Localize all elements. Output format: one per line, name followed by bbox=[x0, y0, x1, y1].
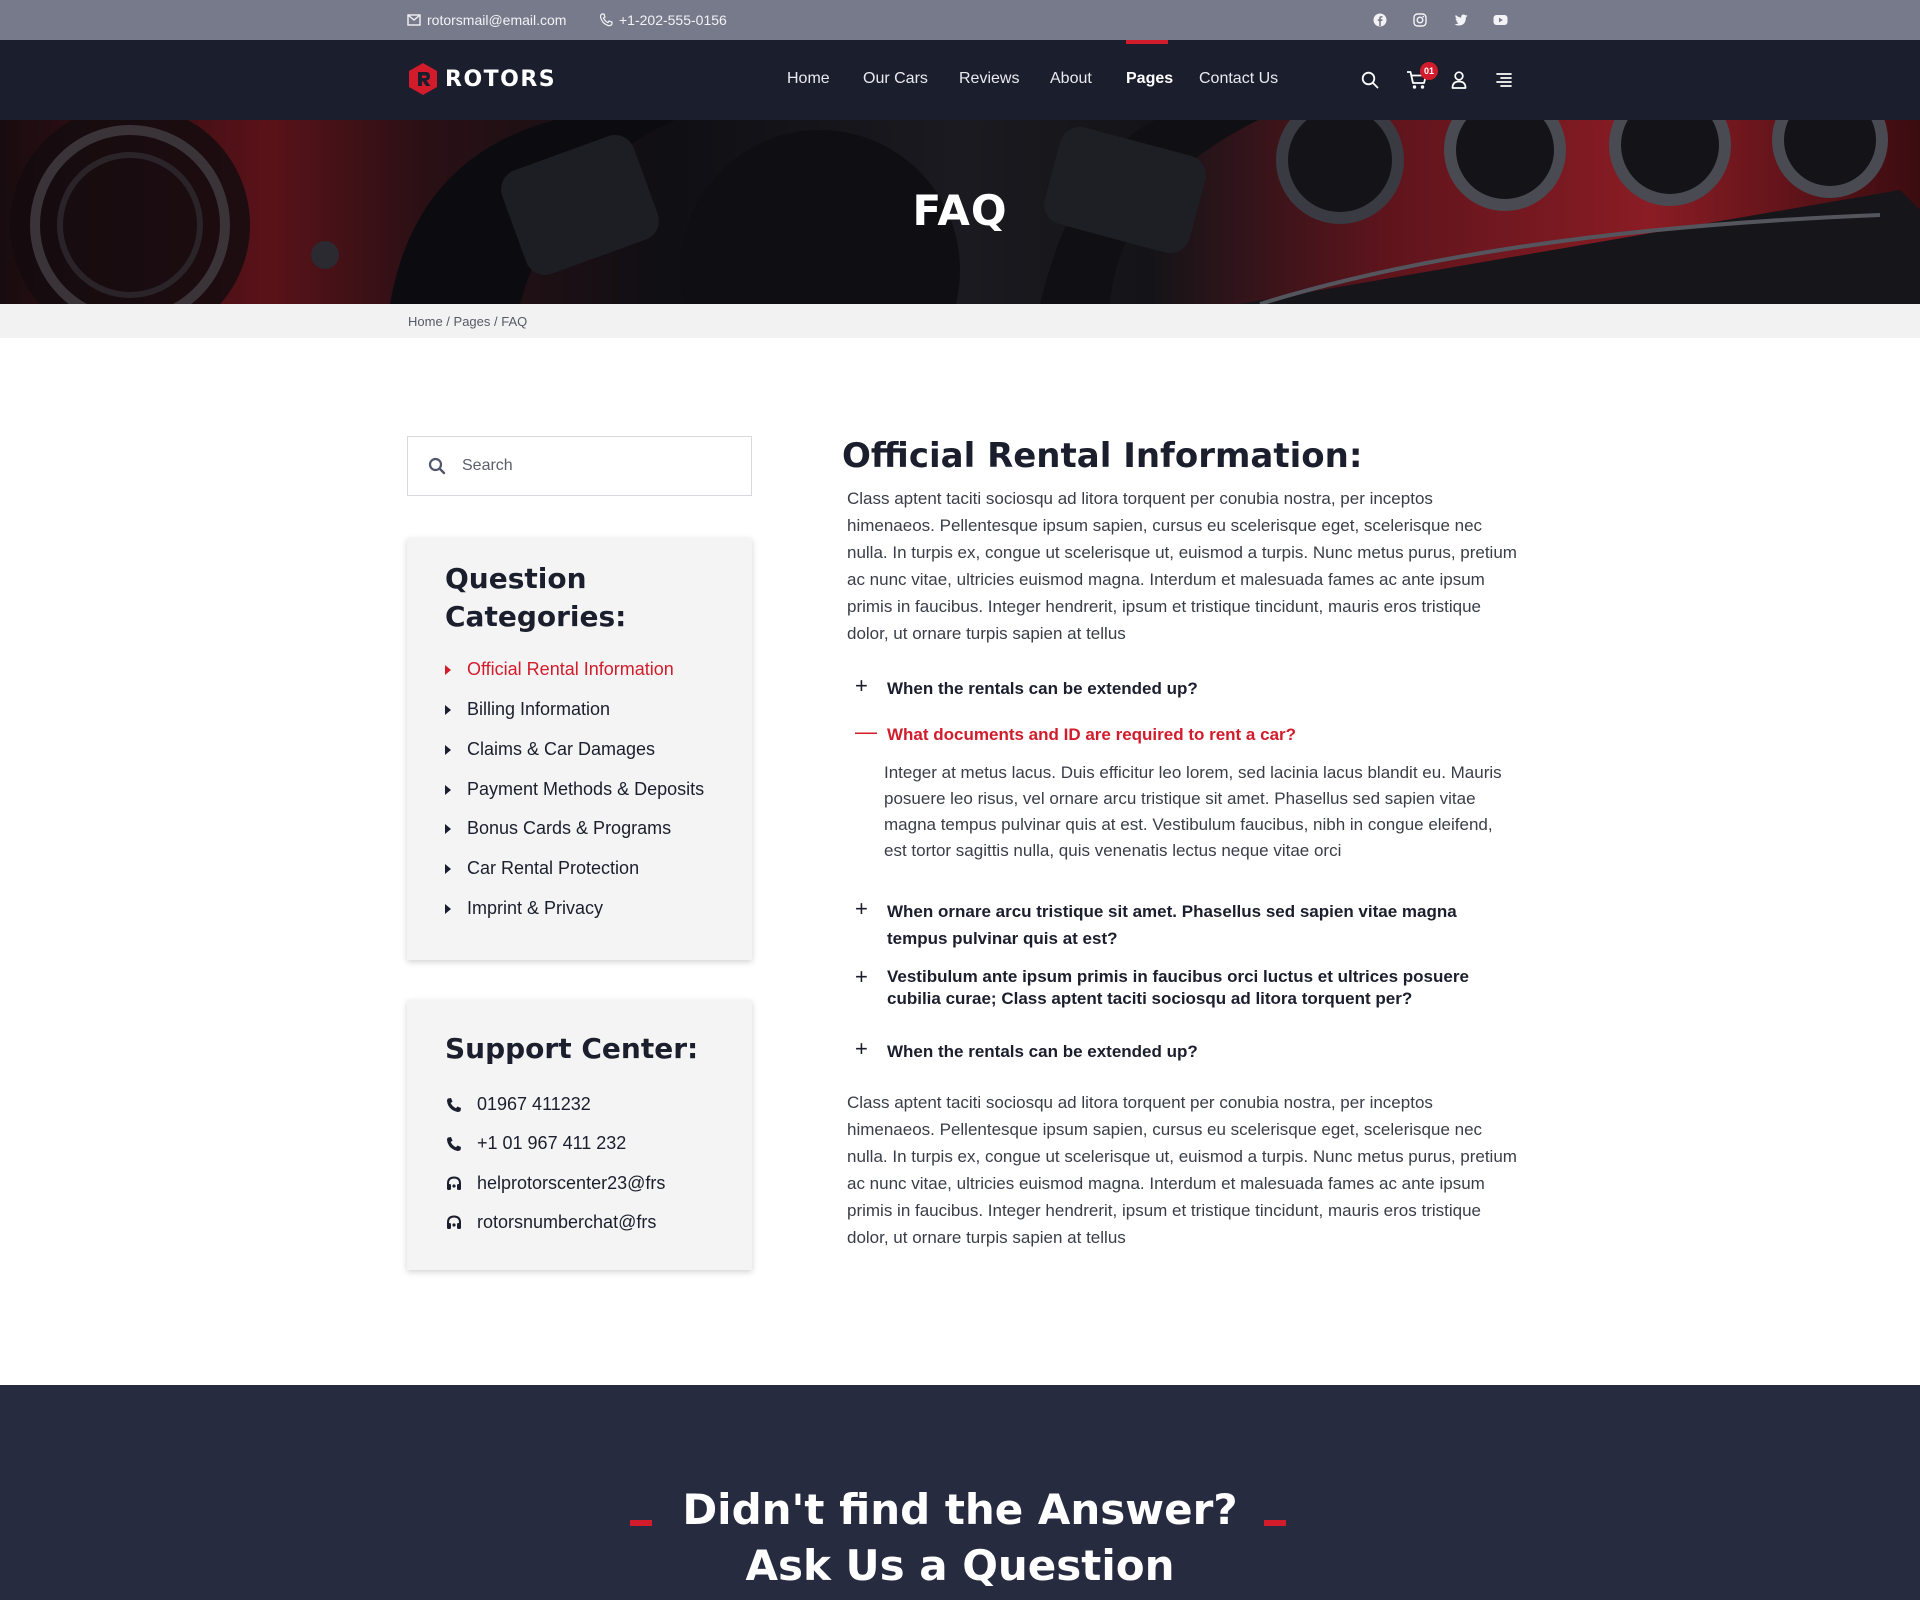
category-label: Bonus Cards & Programs bbox=[467, 818, 672, 838]
topbar-email[interactable]: rotorsmail@email.com bbox=[407, 0, 566, 40]
category-label: Official Rental Information bbox=[467, 659, 674, 679]
caret-right-icon bbox=[445, 863, 451, 874]
breadcrumb-pages[interactable]: Pages bbox=[454, 314, 491, 329]
nav-pages[interactable]: Pages bbox=[1126, 70, 1173, 88]
topbar-email-text: rotorsmail@email.com bbox=[427, 12, 567, 28]
support-email-1[interactable]: helprotorscenter23@frs bbox=[445, 1173, 665, 1194]
nav-about[interactable]: About bbox=[1050, 70, 1092, 88]
caret-right-icon bbox=[445, 823, 451, 834]
search-icon[interactable] bbox=[1358, 68, 1382, 92]
topbar-phone[interactable]: +1-202-555-0156 bbox=[599, 0, 727, 40]
phone-icon bbox=[445, 1096, 463, 1114]
faq-question: Vestibulum ante ipsum primis in faucibus… bbox=[887, 967, 1469, 1008]
support-email-1-text: helprotorscenter23@frs bbox=[477, 1173, 666, 1193]
plus-icon: + bbox=[855, 964, 868, 989]
search-icon bbox=[428, 457, 446, 475]
faq-item-3[interactable]: + When ornare arcu tristique sit amet. P… bbox=[855, 898, 1515, 952]
question-categories-card: Question Categories: Official Rental Info… bbox=[407, 538, 752, 960]
logo-text: ROTORS bbox=[445, 66, 557, 92]
caret-right-icon bbox=[445, 704, 451, 715]
top-bar: rotorsmail@email.com +1-202-555-0156 bbox=[0, 0, 1920, 40]
breadcrumb-bar: Home / Pages / FAQ bbox=[0, 304, 1920, 338]
breadcrumb-home[interactable]: Home bbox=[408, 314, 443, 329]
breadcrumb-current: FAQ bbox=[501, 314, 528, 329]
category-payment[interactable]: Payment Methods & Deposits bbox=[445, 779, 704, 800]
topbar-phone-text: +1-202-555-0156 bbox=[619, 12, 727, 28]
main-navbar: ROTORS Home Our Cars Reviews About Pages… bbox=[0, 40, 1920, 120]
cta-heading-line1: Didn't find the Answer? bbox=[682, 1485, 1238, 1534]
category-billing[interactable]: Billing Information bbox=[445, 699, 610, 720]
page-hero: FAQ bbox=[0, 120, 1920, 304]
faq-item-2[interactable]: — What documents and ID are required to … bbox=[855, 721, 1515, 748]
caret-right-icon bbox=[445, 744, 451, 755]
ask-question-section: Didn't find the Answer? Ask Us a Questio… bbox=[0, 1385, 1920, 1600]
faq-answer: Integer at metus lacus. Duis efficitur l… bbox=[884, 763, 1502, 860]
section-title: Official Rental Information: bbox=[842, 436, 1363, 476]
support-phone-2-text: +1 01 967 411 232 bbox=[477, 1133, 627, 1153]
phone-icon bbox=[599, 13, 613, 27]
active-nav-indicator bbox=[1126, 40, 1168, 44]
youtube-icon[interactable] bbox=[1491, 11, 1509, 29]
headset-icon bbox=[445, 1175, 463, 1193]
caret-right-icon bbox=[445, 784, 451, 795]
categories-title: Question Categories: bbox=[445, 560, 626, 636]
faq-question: When ornare arcu tristique sit amet. Pha… bbox=[887, 902, 1457, 948]
support-email-2[interactable]: rotorsnumberchat@frs bbox=[445, 1212, 656, 1233]
category-claims[interactable]: Claims & Car Damages bbox=[445, 739, 655, 760]
category-label: Imprint & Privacy bbox=[467, 898, 604, 918]
nav-contact-us[interactable]: Contact Us bbox=[1199, 70, 1278, 88]
twitter-icon[interactable] bbox=[1451, 11, 1469, 29]
page-title: FAQ bbox=[912, 186, 1008, 235]
nav-our-cars[interactable]: Our Cars bbox=[863, 70, 928, 88]
support-title: Support Center: bbox=[445, 1032, 699, 1065]
minus-icon: — bbox=[855, 719, 877, 744]
rotors-logo-icon bbox=[409, 63, 437, 95]
category-label: Payment Methods & Deposits bbox=[467, 779, 705, 799]
social-links bbox=[1371, 11, 1509, 29]
plus-icon: + bbox=[855, 673, 868, 698]
faq-question: When the rentals can be extended up? bbox=[887, 679, 1198, 698]
category-label: Car Rental Protection bbox=[467, 858, 640, 878]
search-box bbox=[407, 436, 752, 496]
phone-icon bbox=[445, 1135, 463, 1153]
plus-icon: + bbox=[855, 1036, 868, 1061]
instagram-icon[interactable] bbox=[1411, 11, 1429, 29]
breadcrumb: Home / Pages / FAQ bbox=[408, 314, 528, 329]
faq-question: What documents and ID are required to re… bbox=[887, 725, 1297, 744]
outro-paragraph: Class aptent taciti sociosqu ad litora t… bbox=[847, 1093, 1517, 1247]
categories-title-line2: Categories: bbox=[445, 600, 627, 633]
support-email-2-text: rotorsnumberchat@frs bbox=[477, 1212, 657, 1232]
search-input[interactable] bbox=[462, 457, 722, 475]
support-phone-1[interactable]: 01967 411232 bbox=[445, 1094, 591, 1115]
category-official-rental[interactable]: Official Rental Information bbox=[445, 659, 674, 680]
faq-item-1[interactable]: + When the rentals can be extended up? bbox=[855, 675, 1515, 702]
cart-count-badge: 01 bbox=[1420, 62, 1438, 80]
support-center-card: Support Center: 01967 411232 +1 01 967 4… bbox=[407, 1000, 752, 1270]
nav-reviews[interactable]: Reviews bbox=[959, 70, 1019, 88]
category-bonus[interactable]: Bonus Cards & Programs bbox=[445, 818, 671, 839]
faq-question: When the rentals can be extended up? bbox=[887, 1042, 1198, 1061]
nav-home[interactable]: Home bbox=[787, 70, 830, 88]
cta-heading-line2: Ask Us a Question bbox=[745, 1541, 1175, 1590]
caret-right-icon bbox=[445, 664, 451, 675]
faq-item-4[interactable]: + Vestibulum ante ipsum primis in faucib… bbox=[855, 966, 1515, 1010]
rotors-logo[interactable]: ROTORS bbox=[407, 62, 556, 96]
category-label: Claims & Car Damages bbox=[467, 739, 656, 759]
headset-icon bbox=[445, 1214, 463, 1232]
categories-title-line1: Question bbox=[445, 562, 587, 595]
intro-paragraph: Class aptent taciti sociosqu ad litora t… bbox=[847, 489, 1517, 643]
category-protection[interactable]: Car Rental Protection bbox=[445, 858, 639, 879]
category-imprint[interactable]: Imprint & Privacy bbox=[445, 898, 603, 919]
facebook-icon[interactable] bbox=[1371, 11, 1389, 29]
menu-lines-icon[interactable] bbox=[1492, 68, 1516, 92]
caret-right-icon bbox=[445, 903, 451, 914]
support-phone-2[interactable]: +1 01 967 411 232 bbox=[445, 1133, 626, 1154]
category-label: Billing Information bbox=[467, 699, 611, 719]
user-icon[interactable] bbox=[1447, 68, 1471, 92]
plus-icon: + bbox=[855, 896, 868, 921]
support-phone-1-text: 01967 411232 bbox=[477, 1094, 591, 1114]
faq-item-5[interactable]: + When the rentals can be extended up? bbox=[855, 1038, 1515, 1065]
envelope-icon bbox=[407, 14, 421, 26]
